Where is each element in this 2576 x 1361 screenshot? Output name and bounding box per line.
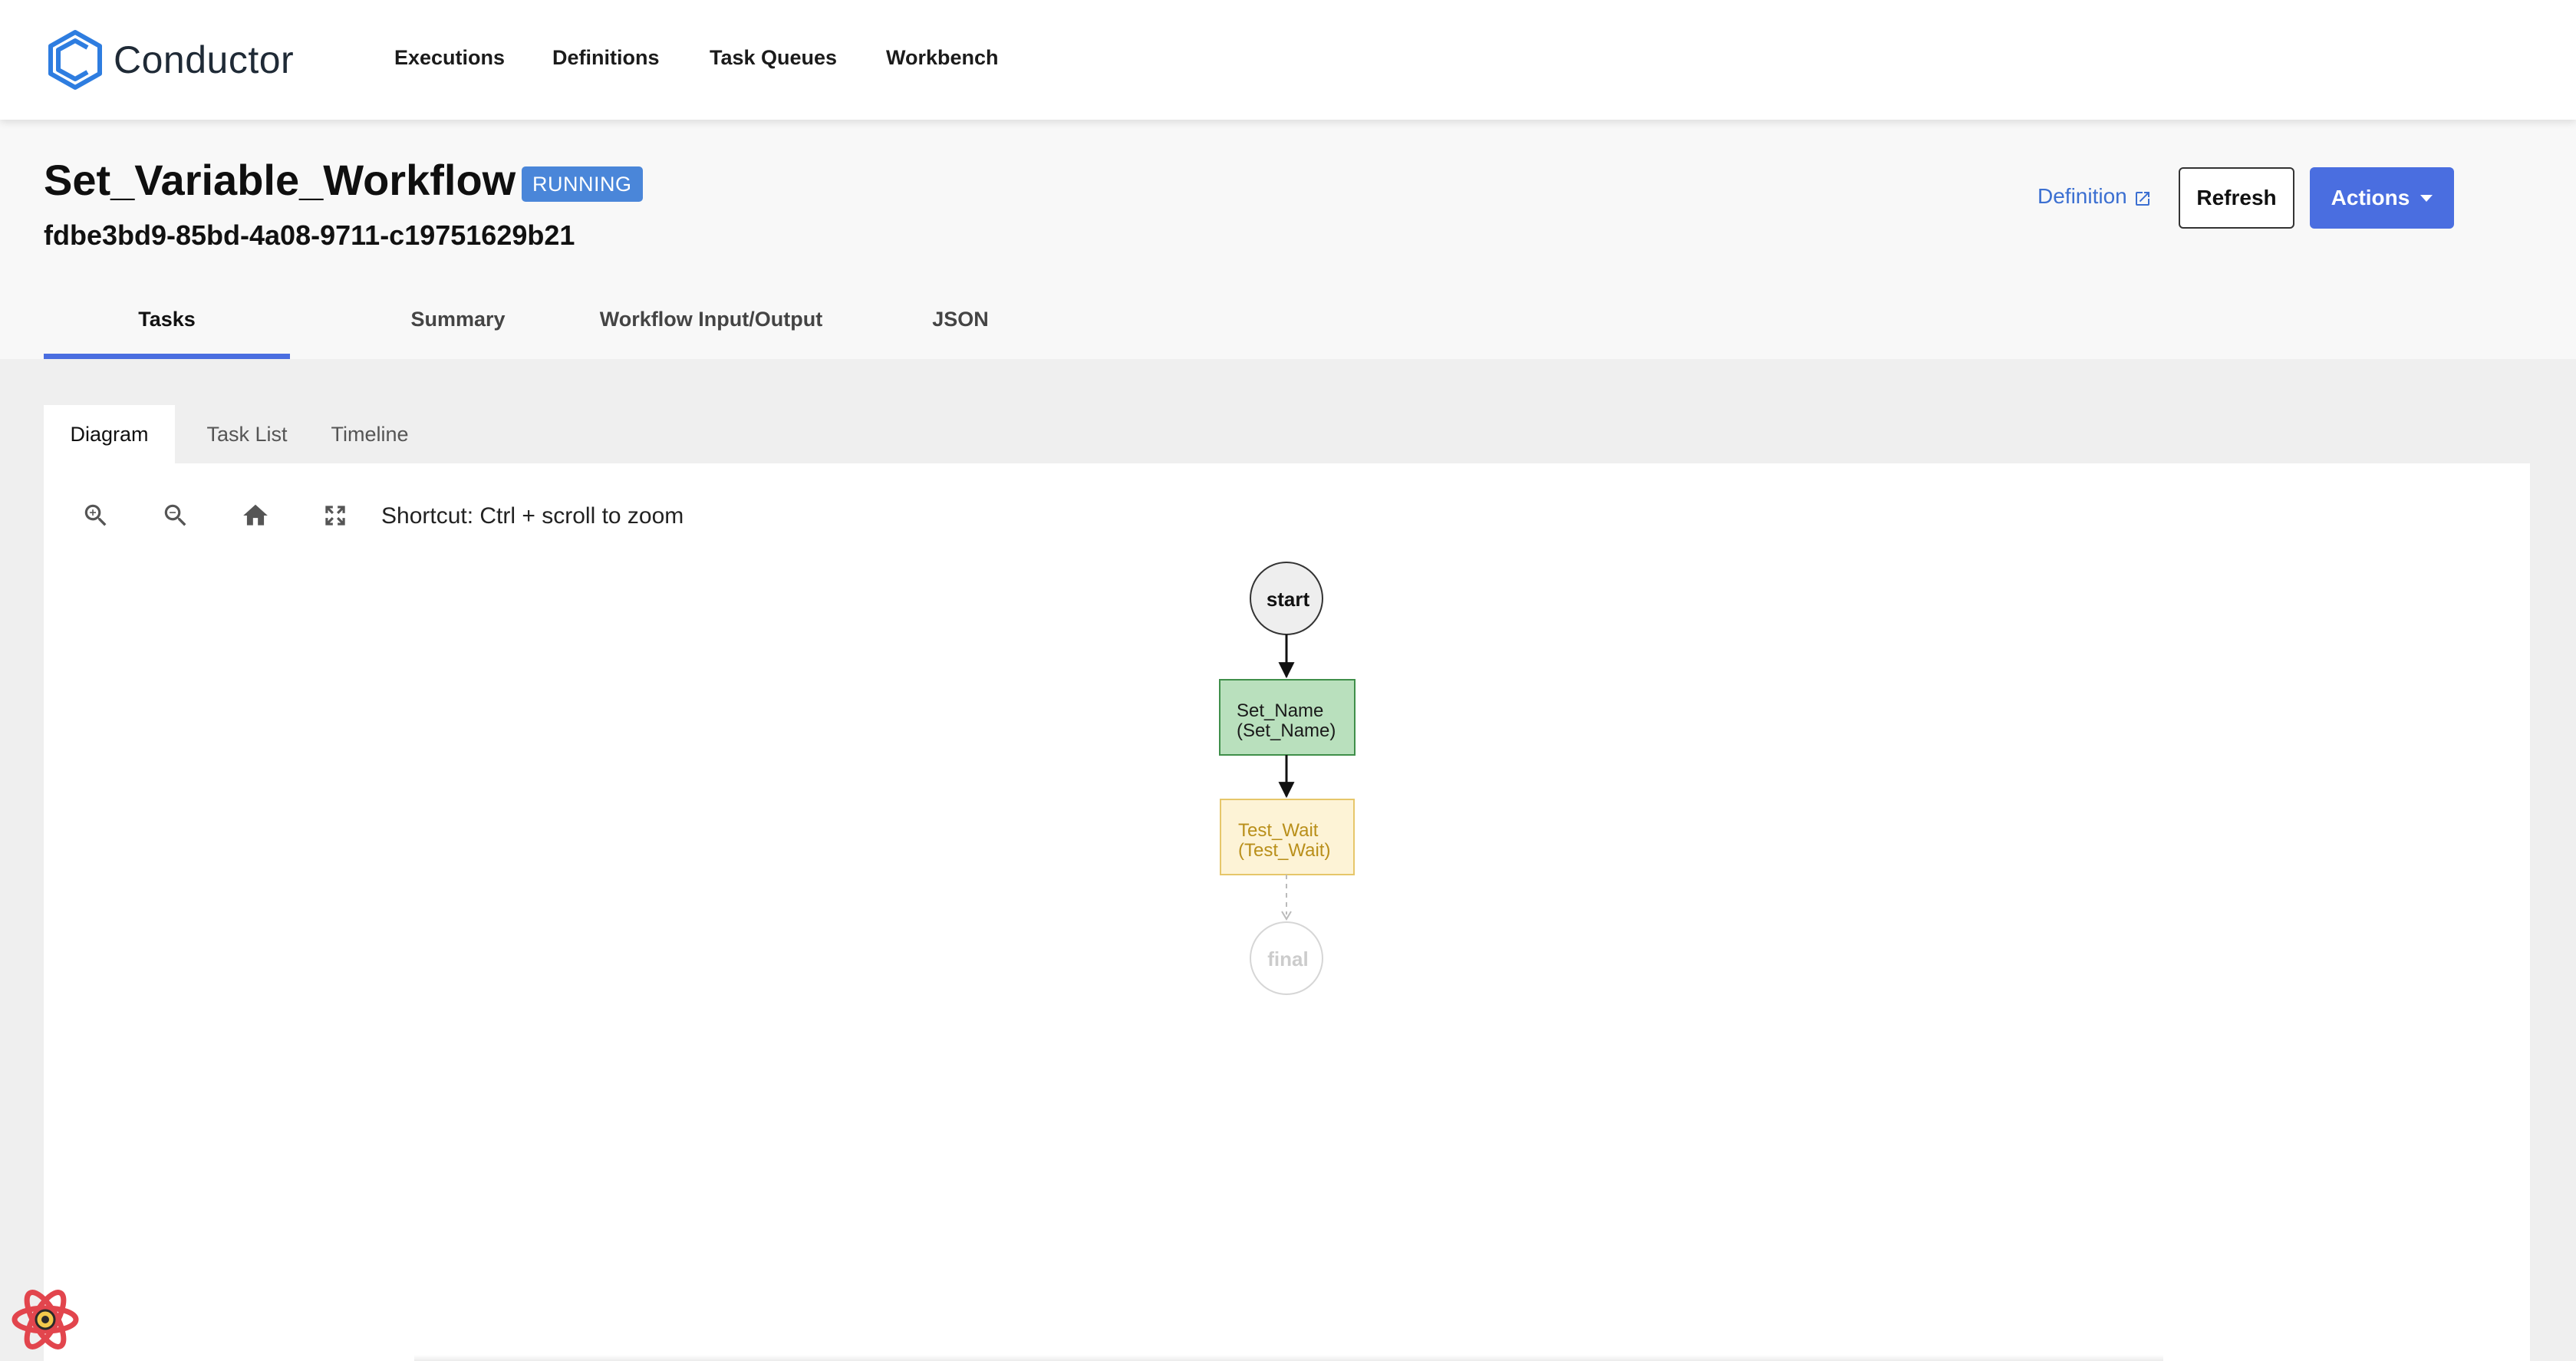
workflow-name: Set_Variable_Workflow bbox=[44, 156, 516, 204]
final-node[interactable]: final bbox=[1250, 921, 1323, 995]
definition-link-label: Definition bbox=[2037, 184, 2127, 208]
zoom-in-button[interactable] bbox=[74, 494, 117, 537]
top-navbar: Conductor Executions Definitions Task Qu… bbox=[0, 0, 2576, 120]
tab-tasks[interactable]: Tasks bbox=[44, 288, 290, 359]
caret-down-icon bbox=[2420, 194, 2433, 202]
workflow-diagram[interactable]: start Set_Name (Set_Name) Test_Wait (Tes… bbox=[44, 463, 2530, 1361]
home-icon bbox=[243, 504, 268, 526]
tab-summary[interactable]: Summary bbox=[335, 288, 581, 359]
definition-link[interactable]: Definition bbox=[2037, 184, 2152, 209]
bottom-shadow bbox=[414, 1355, 2163, 1361]
tab-json[interactable]: JSON bbox=[872, 288, 1049, 359]
actions-button[interactable]: Actions bbox=[2310, 167, 2454, 229]
zoom-in-icon bbox=[84, 504, 107, 526]
subtab-task-list[interactable]: Task List bbox=[182, 405, 312, 463]
tab-workflow-input-output[interactable]: Workflow Input/Output bbox=[550, 288, 872, 359]
nav-task-queues[interactable]: Task Queues bbox=[710, 46, 837, 70]
fullscreen-button[interactable] bbox=[314, 494, 357, 537]
start-node[interactable]: start bbox=[1250, 562, 1323, 635]
conductor-logo[interactable]: Conductor bbox=[44, 26, 294, 94]
external-link-icon bbox=[2135, 192, 2149, 206]
workflow-header: Set_Variable_Workflow RUNNING fdbe3bd9-8… bbox=[0, 120, 2576, 359]
actions-button-label: Actions bbox=[2331, 186, 2410, 209]
diagram-panel: start Set_Name (Set_Name) Test_Wait (Tes… bbox=[44, 463, 2530, 1361]
app-name: Conductor bbox=[114, 38, 295, 81]
fullscreen-icon bbox=[325, 506, 345, 526]
main-tabs: Tasks Summary Workflow Input/Output JSON bbox=[44, 288, 1118, 359]
status-badge: RUNNING bbox=[522, 166, 643, 202]
workflow-id: fdbe3bd9-85bd-4a08-9711-c19751629b21 bbox=[44, 219, 575, 251]
task-test-wait-ref: (Test_Wait) bbox=[1238, 840, 1330, 861]
zoom-out-button[interactable] bbox=[154, 494, 197, 537]
refresh-button[interactable]: Refresh bbox=[2179, 167, 2294, 229]
subtab-timeline[interactable]: Timeline bbox=[312, 405, 427, 463]
nav-definitions[interactable]: Definitions bbox=[552, 46, 660, 70]
start-node-label: start bbox=[1267, 588, 1310, 611]
final-node-label: final bbox=[1267, 947, 1308, 970]
task-set-name-ref: (Set_Name) bbox=[1237, 720, 1336, 741]
conductor-logo-icon bbox=[48, 30, 102, 90]
subtab-diagram[interactable]: Diagram bbox=[44, 405, 175, 463]
task-test-wait-label: Test_Wait bbox=[1238, 820, 1319, 841]
zoom-out-icon bbox=[164, 504, 186, 526]
zoom-shortcut-hint: Shortcut: Ctrl + scroll to zoom bbox=[381, 503, 684, 529]
nav-workbench[interactable]: Workbench bbox=[886, 46, 999, 70]
nav-executions[interactable]: Executions bbox=[394, 46, 505, 70]
reset-view-button[interactable] bbox=[234, 494, 277, 537]
task-node-set-name[interactable]: Set_Name (Set_Name) bbox=[1219, 679, 1356, 756]
task-set-name-label: Set_Name bbox=[1237, 700, 1323, 721]
react-devtools-icon[interactable] bbox=[11, 1289, 80, 1350]
task-node-test-wait[interactable]: Test_Wait (Test_Wait) bbox=[1220, 799, 1355, 875]
